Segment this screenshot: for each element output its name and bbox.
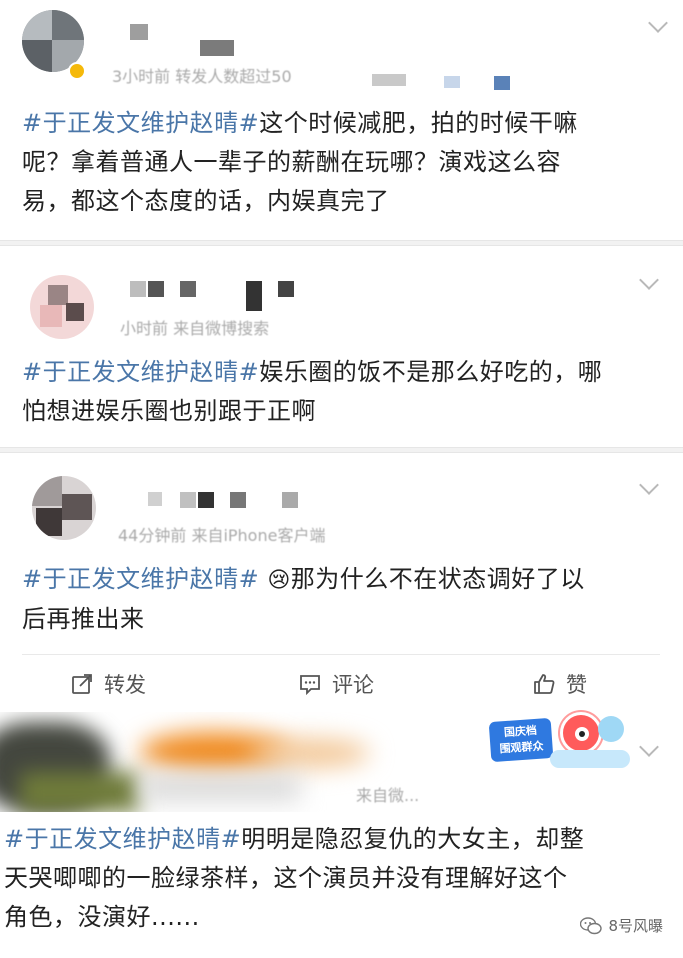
comment-label: 评论 [332,673,374,697]
post-separator [0,240,683,246]
username-blurred[interactable] [148,492,162,506]
avatar[interactable] [32,476,96,540]
like-icon [534,674,555,694]
mascot-icon [560,712,602,754]
watermark: 8号风曝 [580,915,663,936]
post-meta: 3小时前 转发人数超过50 [112,67,292,86]
action-bar: 转发 评论 赞 [22,654,660,712]
repost-button[interactable]: 转发 [70,655,146,713]
post-text: #于正发文维护赵晴#明明是隐忍复仇的大女主，却整 天哭唧唧的一脸绿茶样，这个演员… [4,825,585,931]
repost-label: 转发 [104,673,146,697]
verified-icon [68,62,86,80]
event-badge[interactable]: 国庆档 围观群众 [488,712,630,774]
post-meta: 来自微... [356,786,420,805]
post-card-4: 来自微... 国庆档 围观群众 #于正发文维护赵晴#明明是隐忍复仇的大女主，却整… [0,712,683,958]
comment-button[interactable]: 评论 [298,655,374,713]
post-text: #于正发文维护赵晴#这个时候减肥，拍的时候干嘛 呢？拿着普通人一辈子的薪酬在玩哪… [22,109,578,215]
chevron-down-icon[interactable] [639,270,659,290]
repost-icon [72,674,92,694]
hashtag-link[interactable]: #于正发文维护赵晴# [22,358,259,386]
hashtag-link[interactable]: #于正发文维护赵晴# [22,565,259,593]
post-text: #于正发文维护赵晴# 😢那为什么不在状态调好了以 后再推出来 [22,565,585,633]
hashtag-link[interactable]: #于正发文维护赵晴# [4,825,241,853]
post-meta: 小时前 来自微博搜索 [120,319,270,338]
comment-icon [300,675,320,696]
post-card-2: 小时前 来自微博搜索 #于正发文维护赵晴#娱乐圈的饭不是那么好吃的，哪 怕想进娱… [0,247,683,447]
post-card-1: 3小时前 转发人数超过50 #于正发文维护赵晴#这个时候减肥，拍的时候干嘛 呢？… [0,0,683,240]
post-meta: 44分钟前 来自iPhone客户端 [118,526,326,545]
post-text: #于正发文维护赵晴#娱乐圈的饭不是那么好吃的，哪 怕想进娱乐圈也别跟于正啊 [22,358,603,425]
post-card-3: 44分钟前 来自iPhone客户端 #于正发文维护赵晴# 😢那为什么不在状态调好… [0,454,683,710]
like-label: 赞 [566,673,587,697]
chevron-down-icon[interactable] [639,475,659,495]
crying-emoji-icon: 😢 [267,568,291,593]
like-button[interactable]: 赞 [532,655,587,713]
post-separator [0,447,683,453]
username-blurred[interactable] [130,24,148,40]
avatar[interactable] [30,275,94,339]
chevron-down-icon[interactable] [639,737,659,757]
watermark-label: 8号风曝 [608,917,663,935]
username-blurred[interactable] [130,281,146,297]
hashtag-link[interactable]: #于正发文维护赵晴# [22,109,259,137]
chevron-down-icon[interactable] [648,13,668,33]
wechat-icon [580,916,603,934]
